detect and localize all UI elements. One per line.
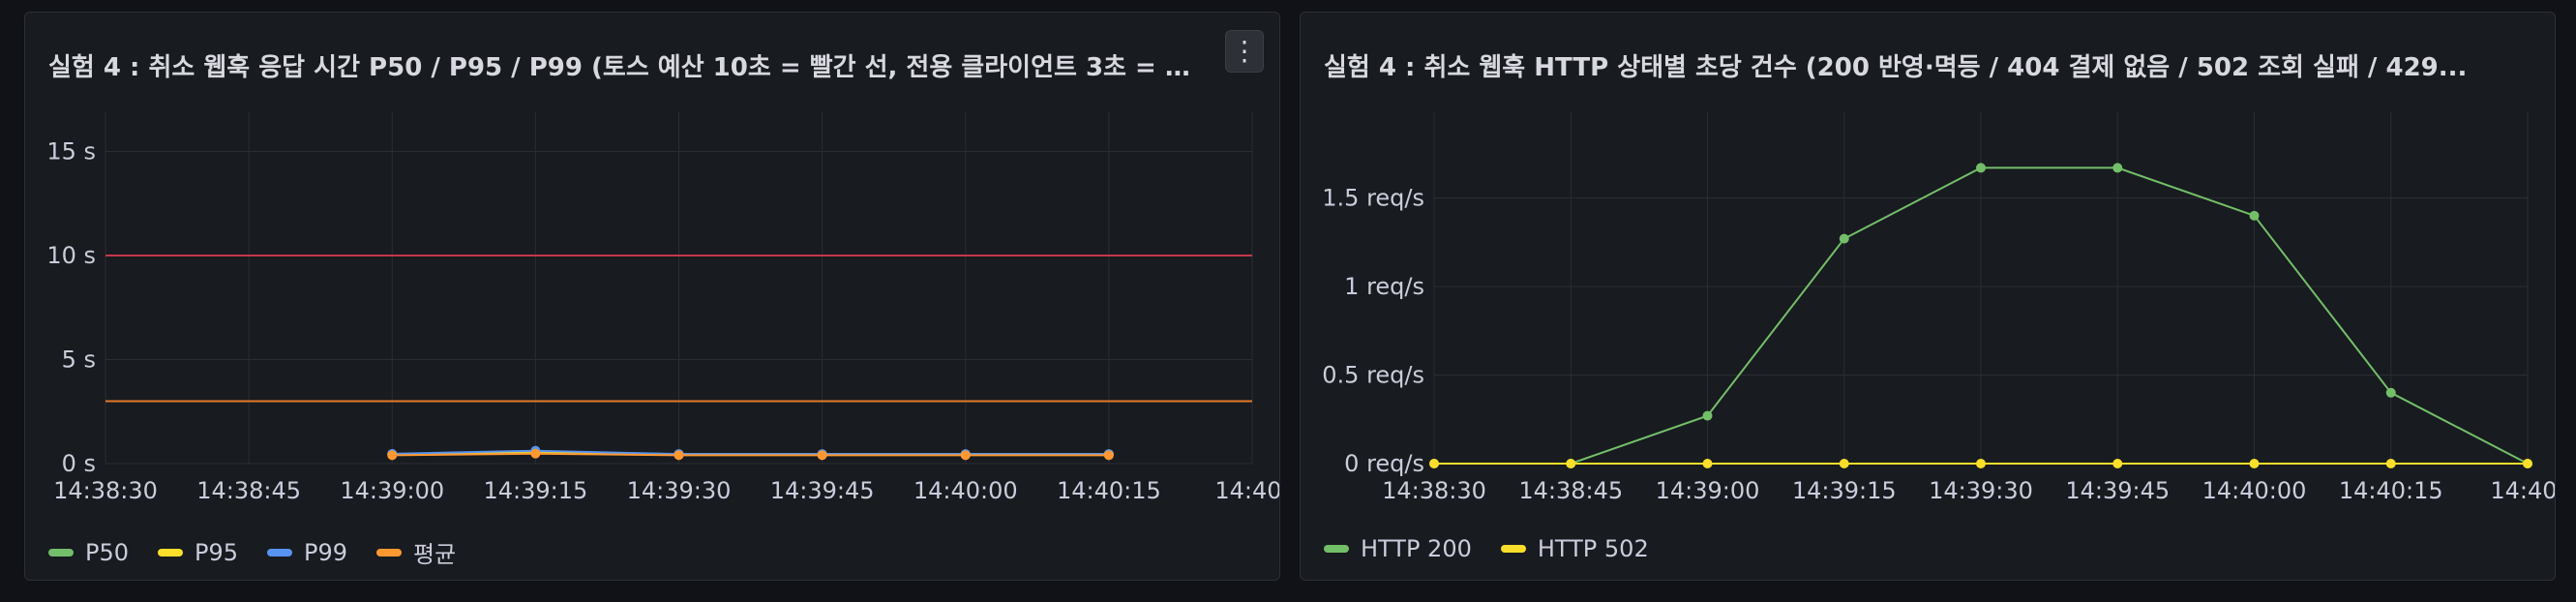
data-point[interactable] <box>817 450 827 461</box>
legend-label: HTTP 200 <box>1361 535 1472 562</box>
y-tick-label: 1.5 req/s <box>1322 185 1424 212</box>
y-tick-label: 0 req/s <box>1344 450 1424 477</box>
x-tick-label: 14:39:45 <box>2065 477 2170 504</box>
legend-swatch <box>158 548 184 557</box>
legend-swatch <box>267 548 293 557</box>
data-point[interactable] <box>1702 410 1713 421</box>
legend-label: P50 <box>85 538 130 566</box>
chart-legend: P50 P95 P99 평균 <box>48 535 456 569</box>
legend-swatch <box>1324 545 1349 553</box>
x-tick-label: 14:40:00 <box>914 477 1018 504</box>
x-tick-label: 14:40:15 <box>2339 477 2443 504</box>
http-status-chart: 0 req/s 0.5 req/s 1 req/s 1.5 req/s 14:38:30… <box>1322 111 2556 504</box>
x-tick-label: 14:40: <box>2490 477 2556 504</box>
legend-label: P99 <box>304 538 348 566</box>
http-status-panel: 실험 4 : 취소 웹훅 HTTP 상태별 초당 건수 (200 반영·멱등 /… <box>1300 12 2556 581</box>
data-point[interactable] <box>1566 459 1576 468</box>
x-tick-label: 14:39:00 <box>340 477 444 504</box>
x-tick-label: 14:38:30 <box>53 477 158 504</box>
data-point[interactable] <box>1976 459 1986 468</box>
legend-item[interactable]: HTTP 502 <box>1500 535 1649 562</box>
x-tick-label: 14:38:45 <box>196 477 301 504</box>
data-point[interactable] <box>1103 450 1114 461</box>
x-tick-label: 14:39:15 <box>483 477 587 504</box>
legend-swatch <box>48 548 74 557</box>
legend-label: P95 <box>195 538 239 566</box>
data-point[interactable] <box>1839 459 1849 468</box>
y-tick-label: 5 s <box>62 346 96 374</box>
chart-legend: HTTP 200 HTTP 502 <box>1324 535 1649 562</box>
legend-item[interactable]: 평균 <box>376 535 456 569</box>
x-tick-label: 14:38:30 <box>1382 477 1486 504</box>
legend-item[interactable]: P50 <box>48 535 129 569</box>
data-point[interactable] <box>960 450 971 461</box>
response-time-panel: 실험 4 : 취소 웹훅 응답 시간 P50 / P95 / P99 (토스 예… <box>24 12 1280 581</box>
x-tick-label: 14:38:45 <box>1518 477 1623 504</box>
x-tick-label: 14:39:45 <box>770 477 875 504</box>
x-tick-label: 14:40: <box>1214 477 1280 504</box>
data-point[interactable] <box>2523 459 2532 468</box>
legend-swatch <box>376 548 403 557</box>
data-point[interactable] <box>674 450 684 461</box>
x-tick-label: 14:40:00 <box>2202 477 2307 504</box>
legend-item[interactable]: P95 <box>158 535 238 569</box>
data-point[interactable] <box>1976 163 1986 173</box>
legend-swatch <box>1500 545 1526 553</box>
data-point[interactable] <box>2112 163 2123 173</box>
data-point[interactable] <box>1839 233 1849 244</box>
data-point[interactable] <box>2112 459 2123 468</box>
x-tick-label: 14:40:15 <box>1057 477 1161 504</box>
legend-label: HTTP 502 <box>1537 535 1649 562</box>
legend-item[interactable]: HTTP 200 <box>1324 535 1472 562</box>
x-tick-label: 14:39:30 <box>1929 477 2033 504</box>
data-point[interactable] <box>530 448 541 459</box>
data-point[interactable] <box>387 450 398 461</box>
x-tick-label: 14:39:15 <box>1792 477 1897 504</box>
y-tick-label: 0 s <box>62 450 96 477</box>
data-point[interactable] <box>2249 459 2260 468</box>
y-tick-label: 10 s <box>46 242 96 269</box>
y-tick-label: 15 s <box>46 138 96 166</box>
y-tick-label: 1 req/s <box>1344 273 1424 300</box>
data-point[interactable] <box>1429 459 1439 468</box>
legend-item[interactable]: P99 <box>267 535 347 569</box>
data-point[interactable] <box>2385 459 2396 468</box>
legend-label: 평균 <box>413 541 457 568</box>
data-point[interactable] <box>2385 387 2396 398</box>
x-tick-label: 14:39:30 <box>627 477 732 504</box>
data-point[interactable] <box>2249 210 2260 221</box>
response-time-chart: 0 s 5 s 10 s 15 s 14:38:30 14:38:45 14:39:00 14… <box>46 111 1280 504</box>
data-point[interactable] <box>1702 459 1713 468</box>
x-tick-label: 14:39:00 <box>1656 477 1760 504</box>
y-tick-label: 0.5 req/s <box>1322 362 1424 389</box>
